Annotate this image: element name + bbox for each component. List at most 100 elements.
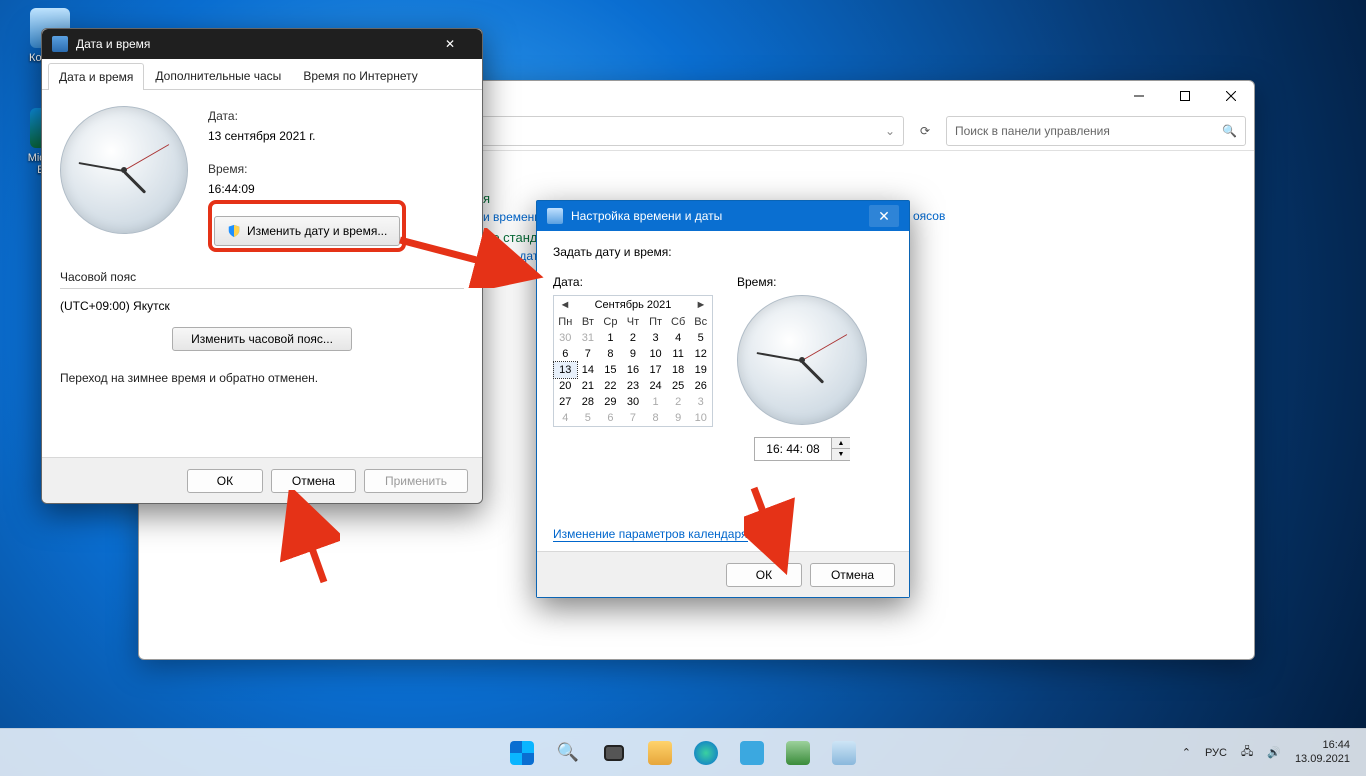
minimize-button[interactable] bbox=[1116, 81, 1162, 111]
calendar-day[interactable]: 25 bbox=[667, 378, 690, 394]
settings-button[interactable] bbox=[732, 733, 772, 773]
ok-button[interactable]: ОК bbox=[187, 469, 263, 493]
date-time-taskbar-button[interactable] bbox=[824, 733, 864, 773]
calendar-day[interactable]: 10 bbox=[644, 346, 667, 362]
chevron-down-icon[interactable]: ⌄ bbox=[885, 124, 895, 138]
calendar-day[interactable]: 9 bbox=[622, 346, 645, 362]
control-panel-taskbar-button[interactable] bbox=[778, 733, 818, 773]
close-button[interactable] bbox=[1208, 81, 1254, 111]
calendar-dow: Ср bbox=[599, 314, 622, 330]
change-date-time-button[interactable]: Изменить дату и время... bbox=[214, 216, 400, 246]
calendar-day[interactable]: 4 bbox=[667, 330, 690, 346]
calendar-day[interactable]: 8 bbox=[599, 346, 622, 362]
calendar[interactable]: ◄ Сентябрь 2021 ► ПнВтСрЧтПтСбВс30311234… bbox=[553, 295, 713, 427]
network-icon[interactable]: 🖧 bbox=[1241, 743, 1253, 762]
calendar-day-other-month[interactable]: 5 bbox=[577, 410, 600, 426]
calendar-day[interactable]: 14 bbox=[577, 362, 600, 378]
set-date-time-titlebar[interactable]: Настройка времени и даты ✕ bbox=[537, 201, 909, 231]
date-time-icon bbox=[52, 36, 68, 52]
calendar-day[interactable]: 7 bbox=[577, 346, 600, 362]
cp-link[interactable]: матов дат bbox=[483, 249, 541, 263]
search-button[interactable]: 🔍 bbox=[548, 733, 588, 773]
calendar-day[interactable]: 27 bbox=[554, 394, 577, 410]
calendar-day-other-month[interactable]: 1 bbox=[644, 394, 667, 410]
calendar-day[interactable]: 13 bbox=[554, 362, 577, 378]
file-explorer-button[interactable] bbox=[640, 733, 680, 773]
cp-link[interactable]: и времени bbox=[483, 210, 541, 224]
date-label: Дата: bbox=[553, 275, 713, 289]
calendar-settings-link[interactable]: Изменение параметров календаря bbox=[553, 527, 748, 542]
calendar-day[interactable]: 29 bbox=[599, 394, 622, 410]
search-input[interactable]: Поиск в панели управления 🔍 bbox=[946, 116, 1246, 146]
calendar-day[interactable]: 1 bbox=[599, 330, 622, 346]
start-button[interactable] bbox=[502, 733, 542, 773]
calendar-day[interactable]: 19 bbox=[689, 362, 712, 378]
calendar-day[interactable]: 26 bbox=[689, 378, 712, 394]
tab-additional-clocks[interactable]: Дополнительные часы bbox=[144, 62, 292, 89]
calendar-day-other-month[interactable]: 9 bbox=[667, 410, 690, 426]
calendar-day[interactable]: 20 bbox=[554, 378, 577, 394]
time-label: Время: bbox=[208, 159, 406, 179]
prompt-text: Задать дату и время: bbox=[553, 245, 893, 259]
maximize-button[interactable] bbox=[1162, 81, 1208, 111]
task-view-button[interactable] bbox=[594, 733, 634, 773]
date-time-titlebar[interactable]: Дата и время ✕ bbox=[42, 29, 482, 59]
change-timezone-button[interactable]: Изменить часовой пояс... bbox=[172, 327, 352, 351]
calendar-day[interactable]: 23 bbox=[622, 378, 645, 394]
calendar-day-other-month[interactable]: 7 bbox=[622, 410, 645, 426]
date-time-body: Дата: 13 сентября 2021 г. Время: 16:44:0… bbox=[42, 90, 482, 401]
taskbar-center: 🔍 bbox=[502, 733, 864, 773]
calendar-day[interactable]: 3 bbox=[644, 330, 667, 346]
calendar-day[interactable]: 2 bbox=[622, 330, 645, 346]
analog-clock bbox=[737, 295, 867, 425]
cancel-button[interactable]: Отмена bbox=[810, 563, 895, 587]
time-spinner[interactable]: ▲ ▼ bbox=[754, 437, 850, 461]
analog-clock bbox=[60, 106, 188, 234]
calendar-day[interactable]: 15 bbox=[599, 362, 622, 378]
calendar-day[interactable]: 18 bbox=[667, 362, 690, 378]
calendar-day[interactable]: 30 bbox=[622, 394, 645, 410]
calendar-day-other-month[interactable]: 2 bbox=[667, 394, 690, 410]
cancel-button[interactable]: Отмена bbox=[271, 469, 356, 493]
calendar-day-other-month[interactable]: 4 bbox=[554, 410, 577, 426]
calendar-day-other-month[interactable]: 6 bbox=[599, 410, 622, 426]
close-button[interactable]: ✕ bbox=[869, 205, 899, 227]
calendar-day-other-month[interactable]: 30 bbox=[554, 330, 577, 346]
calendar-day[interactable]: 22 bbox=[599, 378, 622, 394]
dst-note: Переход на зимнее время и обратно отмене… bbox=[60, 371, 464, 385]
calendar-day[interactable]: 28 bbox=[577, 394, 600, 410]
calendar-day[interactable]: 11 bbox=[667, 346, 690, 362]
calendar-month-year[interactable]: Сентябрь 2021 bbox=[595, 299, 672, 311]
time-input[interactable] bbox=[755, 439, 831, 459]
calendar-day-other-month[interactable]: 31 bbox=[577, 330, 600, 346]
calendar-day[interactable]: 16 bbox=[622, 362, 645, 378]
apply-button[interactable]: Применить bbox=[364, 469, 468, 493]
refresh-button[interactable]: ⟳ bbox=[910, 116, 940, 146]
calendar-day[interactable]: 24 bbox=[644, 378, 667, 394]
language-indicator[interactable]: РУС bbox=[1205, 747, 1227, 759]
ok-button[interactable]: ОК bbox=[726, 563, 802, 587]
calendar-day[interactable]: 21 bbox=[577, 378, 600, 394]
date-time-dialog: Дата и время ✕ Дата и время Дополнительн… bbox=[41, 28, 483, 504]
calendar-day-other-month[interactable]: 10 bbox=[689, 410, 712, 426]
calendar-next-button[interactable]: ► bbox=[694, 299, 708, 311]
calendar-day[interactable]: 12 bbox=[689, 346, 712, 362]
cp-link[interactable]: оясов bbox=[913, 209, 945, 223]
edge-button[interactable] bbox=[686, 733, 726, 773]
tab-internet-time[interactable]: Время по Интернету bbox=[292, 62, 428, 89]
calendar-day-other-month[interactable]: 8 bbox=[644, 410, 667, 426]
calendar-day[interactable]: 6 bbox=[554, 346, 577, 362]
close-button[interactable]: ✕ bbox=[428, 37, 472, 51]
volume-icon[interactable]: 🔊 bbox=[1267, 746, 1281, 759]
calendar-day[interactable]: 17 bbox=[644, 362, 667, 378]
time-spin-up[interactable]: ▲ bbox=[832, 438, 850, 449]
tab-date-time[interactable]: Дата и время bbox=[48, 63, 144, 90]
calendar-day[interactable]: 5 bbox=[689, 330, 712, 346]
time-spin-down[interactable]: ▼ bbox=[832, 449, 850, 460]
calendar-day-other-month[interactable]: 3 bbox=[689, 394, 712, 410]
cp-heading: я bbox=[483, 191, 541, 206]
taskbar-clock[interactable]: 16:44 13.09.2021 bbox=[1295, 739, 1350, 767]
calendar-prev-button[interactable]: ◄ bbox=[558, 299, 572, 311]
time-label: Время: bbox=[737, 275, 867, 289]
tray-overflow-button[interactable]: ⌃ bbox=[1182, 746, 1191, 759]
